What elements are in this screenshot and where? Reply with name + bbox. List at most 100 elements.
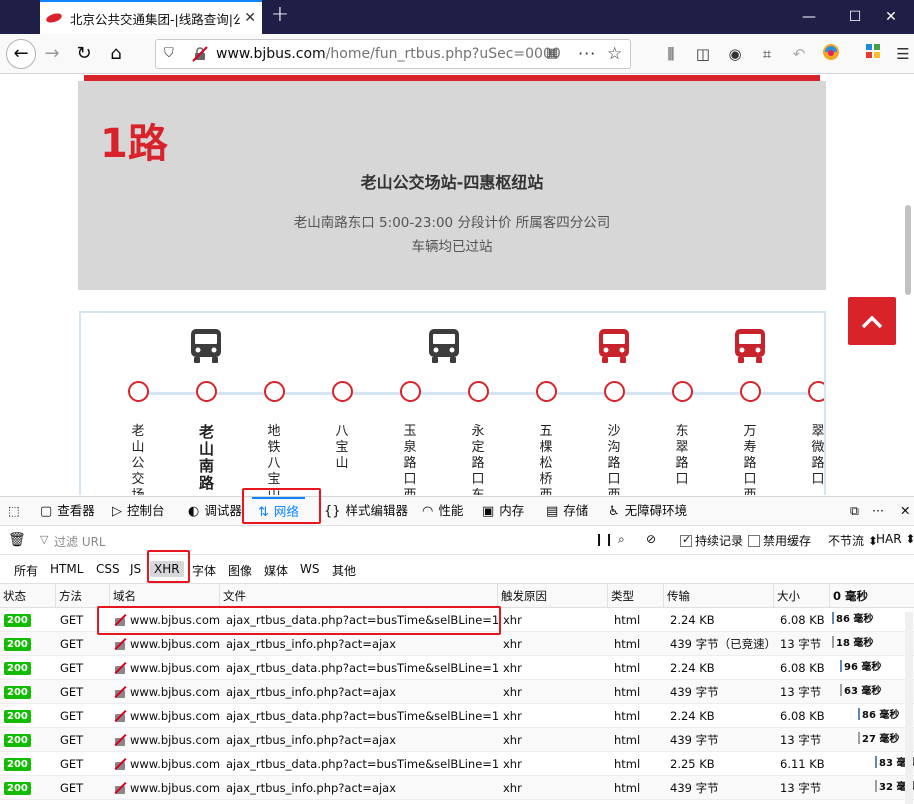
persist-logs-checkbox[interactable]: 持续记录	[680, 532, 743, 549]
bus-stop[interactable]: 老山南路	[172, 381, 240, 492]
request-row[interactable]: 200 GET www.bjbus.com ajax_rtbus_data.php?a…	[0, 656, 914, 680]
filter-other[interactable]: 其他	[328, 561, 360, 580]
col-size[interactable]: 大小	[774, 584, 830, 608]
har-menu[interactable]: HAR ⬍	[876, 532, 914, 546]
devtools-more-icon[interactable]: ···	[872, 497, 884, 525]
bookmark-star-icon[interactable]: ☆	[607, 44, 622, 64]
col-waterfall[interactable]: 0 毫秒	[830, 584, 906, 608]
network-arrows-icon: ⇅	[258, 505, 269, 520]
back-icon[interactable]: ←	[6, 39, 36, 69]
dock-toggle-icon[interactable]: ⧉	[850, 497, 859, 525]
stop-name: 地铁八宝山	[267, 424, 281, 495]
account-icon[interactable]: ◉	[724, 43, 746, 65]
filter-all[interactable]: 所有	[10, 561, 42, 580]
waterfall-label: 27 毫秒	[862, 734, 900, 745]
page-actions-icon[interactable]: ···	[578, 44, 596, 63]
close-tab-icon[interactable]: ✕	[244, 10, 256, 26]
request-row[interactable]: 200 GET www.bjbus.com ajax_rtbus_data.php?a…	[0, 608, 914, 632]
tab-console[interactable]: ▷ 控制台	[112, 497, 165, 525]
bus-stop[interactable]: 八宝山	[308, 381, 376, 472]
home-icon[interactable]: ⌂	[102, 40, 130, 68]
new-tab-icon[interactable]: +	[268, 4, 292, 28]
filter-media[interactable]: 媒体	[260, 561, 292, 580]
cell-domain: www.bjbus.com	[114, 752, 220, 776]
col-type[interactable]: 类型	[608, 584, 664, 608]
filter-js[interactable]: JS	[126, 561, 145, 577]
tab-inspector[interactable]: ▢ 查看器	[40, 497, 95, 525]
disable-cache-check[interactable]	[748, 535, 760, 547]
filter-xhr[interactable]: XHR	[150, 561, 184, 577]
devtools-scrollbar[interactable]	[905, 612, 913, 804]
library-icon[interactable]: ⫼	[660, 43, 682, 65]
url-text[interactable]: www.bjbus.com/home/fun_rtbus.php?uSec=00…	[216, 46, 561, 62]
bus-stop[interactable]: 地铁八宝山	[240, 381, 308, 495]
bus-stop[interactable]: 翠微路口	[784, 381, 824, 488]
request-row[interactable]: 200 GET www.bjbus.com ajax_rtbus_data.php?a…	[0, 704, 914, 728]
insecure-connection-icon[interactable]	[192, 46, 208, 62]
tracking-shield-icon[interactable]: ⛉	[164, 46, 174, 61]
tab-performance[interactable]: ◠ 性能	[422, 497, 463, 525]
status-badge: 200	[4, 734, 31, 747]
url-bar[interactable]: ⛉ www.bjbus.com/home/fun_rtbus.php?uSec=…	[155, 39, 631, 69]
filter-html[interactable]: HTML	[46, 561, 87, 577]
col-transferred[interactable]: 传输	[664, 584, 774, 608]
extension-bird-icon[interactable]	[820, 43, 842, 65]
tab-storage[interactable]: ▤ 存储	[546, 497, 588, 525]
col-method[interactable]: 方法	[56, 584, 110, 608]
filter-images[interactable]: 图像	[224, 561, 256, 580]
back-to-top-button[interactable]	[848, 297, 896, 345]
filter-fonts[interactable]: 字体	[188, 561, 220, 580]
filter-ws[interactable]: WS	[296, 561, 323, 577]
forward-icon[interactable]: →	[38, 40, 66, 68]
performance-gauge-icon: ◠	[422, 504, 434, 519]
menu-icon[interactable]: ☰	[892, 43, 914, 65]
request-row[interactable]: 200 GET www.bjbus.com ajax_rtbus_info.php?a…	[0, 632, 914, 656]
bus-stop[interactable]: 玉泉路口西	[376, 381, 444, 495]
disable-cache-checkbox[interactable]: 禁用缓存	[748, 532, 811, 549]
tab-accessibility[interactable]: ♿ 无障碍环境	[608, 497, 687, 525]
cell-transfer: 439 字节	[670, 685, 719, 699]
pause-icon[interactable]: ❙❙	[594, 532, 614, 546]
undo-icon[interactable]: ↶	[788, 43, 810, 65]
cell-transfer: 439 字节	[670, 781, 719, 795]
request-row[interactable]: 200 GET www.bjbus.com ajax_rtbus_info.php?a…	[0, 728, 914, 752]
search-icon[interactable]: ⌕	[618, 532, 625, 547]
bus-stop[interactable]: 五棵松桥西	[512, 381, 580, 495]
bus-stop[interactable]: 沙沟路口西	[580, 381, 648, 495]
col-status[interactable]: 状态	[0, 584, 56, 608]
filter-css[interactable]: CSS	[92, 561, 124, 577]
browser-tab[interactable]: 北京公共交通集团-|线路查询|公 ✕	[40, 0, 262, 34]
request-row[interactable]: 200 GET www.bjbus.com ajax_rtbus_data.php?a…	[0, 752, 914, 776]
extensions-grid-icon[interactable]	[862, 43, 884, 65]
cell-file: ajax_rtbus_info.php?act=ajax	[226, 733, 397, 747]
tab-style-editor[interactable]: {} 样式编辑器	[324, 497, 408, 525]
tab-debugger[interactable]: ◐ 调试器	[188, 497, 242, 525]
qr-code-icon[interactable]: ▦	[546, 46, 558, 61]
bus-stop[interactable]: 永定路口东	[444, 381, 512, 495]
waterfall-bar	[875, 780, 877, 792]
block-icon[interactable]: ⊘	[646, 532, 656, 546]
page-scrollbar[interactable]	[905, 205, 911, 295]
screenshot-crop-icon[interactable]: ⌗	[756, 43, 778, 65]
insecure-lock-icon	[114, 782, 126, 794]
tab-memory[interactable]: ▣ 内存	[482, 497, 524, 525]
persist-logs-check[interactable]	[680, 533, 692, 547]
sidebar-icon[interactable]: ◫	[692, 43, 714, 65]
bus-stop[interactable]: 东翠路口	[648, 381, 716, 488]
request-row[interactable]: 200 GET www.bjbus.com ajax_rtbus_info.php?a…	[0, 680, 914, 704]
col-cause[interactable]: 触发原因	[498, 584, 608, 608]
filter-url-input[interactable]: 过滤 URL	[54, 533, 106, 550]
col-file[interactable]: 文件	[220, 584, 498, 608]
tab-network[interactable]: ⇅ 网络	[252, 497, 305, 525]
throttle-select[interactable]: 不节流 ⬍	[828, 532, 878, 549]
minimize-window-icon[interactable]: —	[786, 0, 832, 34]
reload-icon[interactable]: ↻	[70, 40, 98, 68]
devtools-close-icon[interactable]: ✕	[900, 497, 910, 525]
col-domain[interactable]: 域名	[110, 584, 220, 608]
trash-icon[interactable]: 🗑	[8, 532, 26, 548]
request-row[interactable]: 200 GET www.bjbus.com ajax_rtbus_info.php?a…	[0, 776, 914, 800]
close-window-icon[interactable]: ✕	[868, 0, 914, 34]
bus-stop[interactable]: 老山公交场	[104, 381, 172, 495]
bus-stop[interactable]: 万寿路口西	[716, 381, 784, 495]
element-picker-icon[interactable]: ⬚	[8, 497, 20, 525]
